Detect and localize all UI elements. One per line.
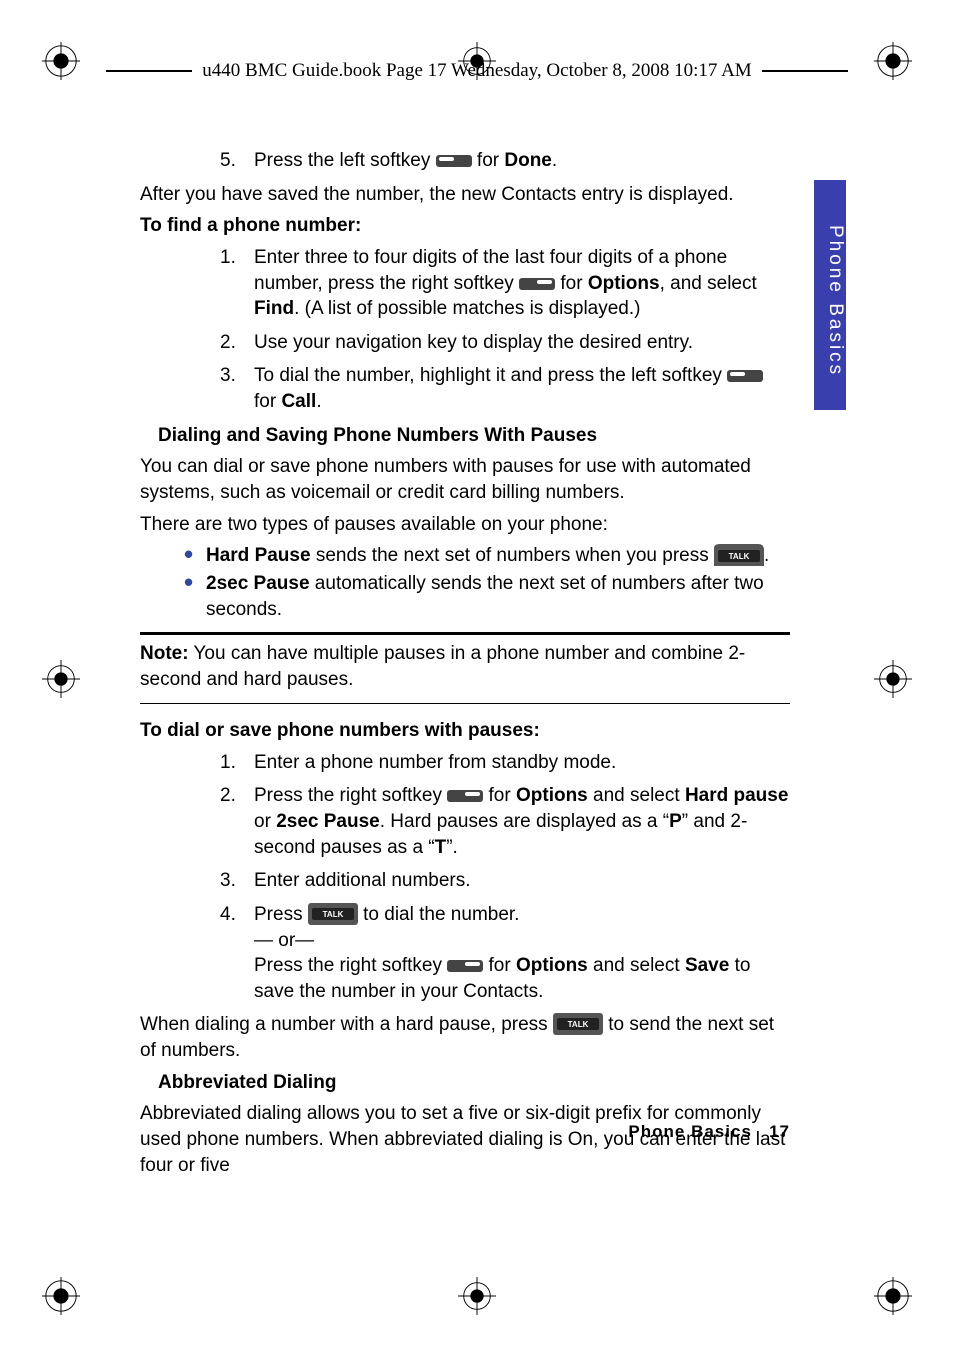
crop-mark-icon — [874, 660, 912, 698]
list-number: 2. — [220, 330, 254, 356]
left-softkey-icon — [727, 367, 763, 385]
note-paragraph: Note: You can have multiple pauses in a … — [140, 641, 790, 692]
list-item: 3.Enter additional numbers. — [220, 868, 790, 894]
list-number: 1. — [220, 750, 254, 776]
horizontal-rule — [140, 632, 790, 635]
paragraph: There are two types of pauses available … — [140, 512, 790, 538]
list-number: 5. — [220, 148, 254, 174]
subheading: To dial or save phone numbers with pause… — [140, 718, 790, 744]
left-softkey-icon — [436, 152, 472, 170]
list-item: 1.Enter a phone number from standby mode… — [220, 750, 790, 776]
footer-section: Phone Basics — [628, 1122, 752, 1141]
svg-text:TALK: TALK — [729, 552, 750, 561]
horizontal-rule — [140, 703, 790, 705]
right-softkey-icon — [447, 957, 483, 975]
list-number: 3. — [220, 363, 254, 414]
page-header-line: u440 BMC Guide.book Page 17 Wednesday, O… — [106, 52, 848, 90]
list-number: 3. — [220, 868, 254, 894]
footer-page-number: 17 — [769, 1122, 790, 1141]
talk-key-icon: TALK — [553, 1013, 603, 1035]
section-heading: Abbreviated Dialing — [158, 1070, 790, 1096]
svg-text:TALK: TALK — [568, 1020, 589, 1029]
list-item: 3. To dial the number, highlight it and … — [220, 363, 790, 414]
paragraph: After you have saved the number, the new… — [140, 182, 790, 208]
list-item: 1. Enter three to four digits of the las… — [220, 245, 790, 322]
page-footer: Phone Basics 17 — [140, 1122, 790, 1142]
svg-text:TALK: TALK — [322, 910, 343, 919]
page-header-text: u440 BMC Guide.book Page 17 Wednesday, O… — [192, 60, 761, 82]
crop-mark-icon — [874, 42, 912, 80]
right-softkey-icon — [519, 275, 555, 293]
list-number: 2. — [220, 783, 254, 860]
bullet-icon: • — [184, 571, 206, 622]
list-item: 4.Press TALK to dial the number.— or—Pre… — [220, 902, 790, 1005]
right-softkey-icon — [447, 787, 483, 805]
list-item: • Hard Pause sends the next set of numbe… — [184, 543, 790, 569]
crop-mark-icon — [458, 1277, 496, 1315]
page-content: 5. Press the left softkey for Done. Afte… — [140, 148, 790, 1184]
section-tab: Phone Basics — [814, 180, 846, 410]
list-item: • 2sec Pause automatically sends the nex… — [184, 571, 790, 622]
list-number: 1. — [220, 245, 254, 322]
crop-mark-icon — [42, 42, 80, 80]
subheading: To find a phone number: — [140, 213, 790, 239]
paragraph: When dialing a number with a hard pause,… — [140, 1012, 790, 1063]
talk-key-icon: TALK — [714, 544, 764, 566]
list-item: 2.Press the right softkey for Options an… — [220, 783, 790, 860]
bullet-icon: • — [184, 543, 206, 569]
crop-mark-icon — [42, 1277, 80, 1315]
section-heading: Dialing and Saving Phone Numbers With Pa… — [158, 423, 790, 449]
paragraph: You can dial or save phone numbers with … — [140, 454, 790, 505]
list-number: 4. — [220, 902, 254, 1005]
talk-key-icon: TALK — [308, 903, 358, 925]
crop-mark-icon — [42, 660, 80, 698]
crop-mark-icon — [874, 1277, 912, 1315]
list-item: 2. Use your navigation key to display th… — [220, 330, 790, 356]
list-item: 5. Press the left softkey for Done. — [220, 148, 790, 174]
